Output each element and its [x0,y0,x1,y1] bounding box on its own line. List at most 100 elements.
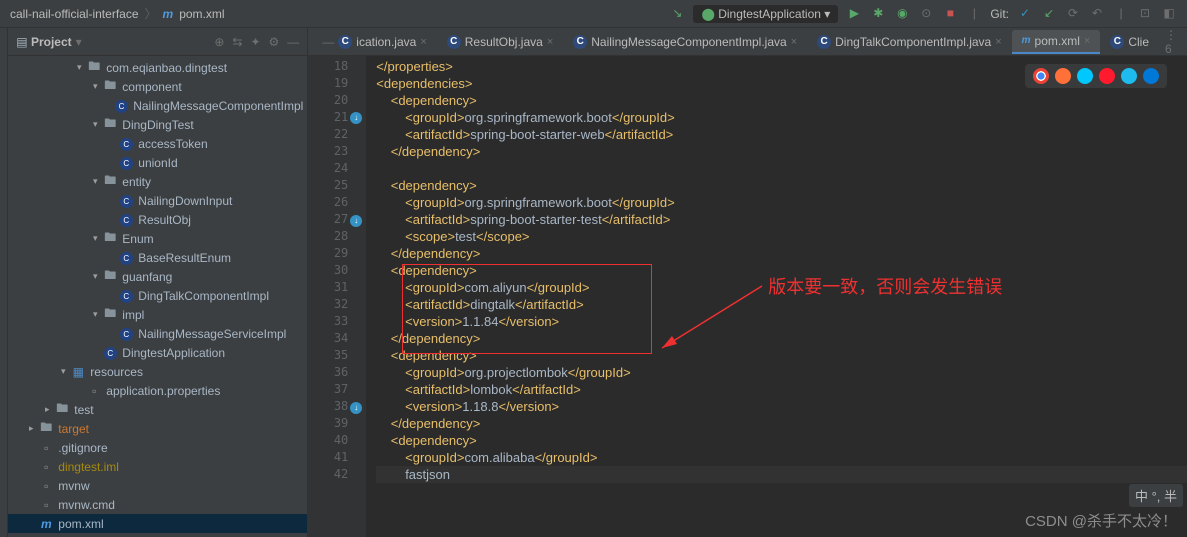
tree-arrow-icon[interactable]: ▾ [88,119,102,130]
line-number[interactable]: 41 [308,449,348,466]
tree-row[interactable]: ▾🖿guanfang [8,267,307,286]
breadcrumb[interactable]: call-nail-official-interface 〉 m pom.xml [0,5,235,22]
code-line[interactable]: <dependency> [376,347,1187,364]
tree-arrow-icon[interactable]: ▾ [88,233,102,244]
code-editor[interactable]: </properties><dependencies> <dependency>… [366,56,1187,537]
code-line[interactable]: <groupId>com.alibaba</groupId> [376,449,1187,466]
code-line[interactable]: </dependency> [376,245,1187,262]
breadcrumb-seg1[interactable]: call-nail-official-interface [10,7,139,21]
line-number[interactable]: 27 [308,211,348,228]
code-line[interactable]: </dependency> [376,330,1187,347]
tree-row[interactable]: ▾🖿entity [8,172,307,191]
breadcrumb-seg2[interactable]: pom.xml [179,7,224,21]
code-line[interactable]: <dependency> [376,432,1187,449]
gutter-mark-icon[interactable]: ↓ [350,112,362,124]
tree-row[interactable]: CDingTalkComponentImpl [8,286,307,305]
line-number[interactable]: 18 [308,58,348,75]
editor-tab[interactable]: CDingTalkComponentImpl.java× [807,30,1012,54]
tree-arrow-icon[interactable]: ▾ [72,62,86,73]
editor-tab[interactable]: — Cication.java× [312,30,436,54]
tree-arrow-icon[interactable]: ▾ [88,176,102,187]
tree-row[interactable]: ▾▦resources [8,362,307,381]
tree-arrow-icon[interactable]: ▾ [88,81,102,92]
safari-icon[interactable] [1077,68,1093,84]
line-number[interactable]: 37 [308,381,348,398]
coverage-icon[interactable]: ◉ [894,6,910,22]
tree-row[interactable]: ▾🖿com.eqianbao.dingtest [8,58,307,77]
editor-tabs[interactable]: — Cication.java×CResultObj.java×CNailing… [308,28,1187,56]
git-history-icon[interactable]: ⟳ [1065,6,1081,22]
line-number[interactable]: 38 [308,398,348,415]
line-number[interactable]: 25 [308,177,348,194]
line-number[interactable]: 31 [308,279,348,296]
tree-row[interactable]: CResultObj [8,210,307,229]
tree-row[interactable]: mpom.xml [8,514,307,533]
select-target-icon[interactable]: ⊕ [214,35,224,49]
chrome-icon[interactable] [1033,68,1049,84]
firefox-icon[interactable] [1055,68,1071,84]
line-number[interactable]: 22 [308,126,348,143]
run-icon[interactable]: ▶ [846,6,862,22]
line-number[interactable]: 20 [308,92,348,109]
git-commit-icon[interactable]: ↙ [1041,6,1057,22]
tree-row[interactable]: CBaseResultEnum [8,248,307,267]
tree-row[interactable]: CNailingDownInput [8,191,307,210]
profile-icon[interactable]: ⊙ [918,6,934,22]
run-config-selector[interactable]: ⬤ DingtestApplication ▾ [693,5,838,23]
tree-row[interactable]: ▸🖿target [8,419,307,438]
git-update-icon[interactable]: ✓ [1017,6,1033,22]
code-line[interactable]: <groupId>org.springframework.boot</group… [376,194,1187,211]
code-line[interactable]: <artifactId>dingtalk</artifactId> [376,296,1187,313]
project-tree[interactable]: ▾🖿com.eqianbao.dingtest▾🖿componentCNaili… [8,56,307,537]
tree-row[interactable]: ▸⊪External Libraries [8,533,307,537]
tree-row[interactable]: ▾🖿Enum [8,229,307,248]
tree-arrow-icon[interactable]: ▸ [24,423,38,434]
tree-arrow-icon[interactable]: ▾ [88,271,102,282]
debug-icon[interactable]: ✱ [870,6,886,22]
tabs-overflow[interactable]: ⋮ 6 [1159,28,1183,56]
code-line[interactable]: <dependency> [376,262,1187,279]
code-line[interactable]: <artifactId>spring-boot-starter-web</art… [376,126,1187,143]
tree-arrow-icon[interactable]: ▾ [88,309,102,320]
search-icon[interactable]: ⊡ [1137,6,1153,22]
close-icon[interactable]: × [791,36,797,48]
line-number[interactable]: 29 [308,245,348,262]
code-line[interactable]: <groupId>org.springframework.boot</group… [376,109,1187,126]
tree-row[interactable]: ▫mvnw.cmd [8,495,307,514]
editor-tab[interactable]: CClie [1100,30,1159,54]
code-line[interactable]: <version>1.18.8</version> [376,398,1187,415]
line-number[interactable]: 33 [308,313,348,330]
code-line[interactable]: <dependency> [376,92,1187,109]
code-line[interactable]: </dependency> [376,415,1187,432]
close-icon[interactable]: × [420,36,426,48]
editor-tab[interactable]: mpom.xml× [1012,30,1101,54]
tree-row[interactable]: ▫.gitignore [8,438,307,457]
tree-row[interactable]: ▾🖿impl [8,305,307,324]
line-number[interactable]: 34 [308,330,348,347]
tree-row[interactable]: ▫mvnw [8,476,307,495]
tree-row[interactable]: CaccessToken [8,134,307,153]
tree-row[interactable]: CNailingMessageServiceImpl [8,324,307,343]
code-line[interactable]: <artifactId>lombok</artifactId> [376,381,1187,398]
editor-tab[interactable]: CResultObj.java× [437,30,563,54]
code-line[interactable]: <version>1.1.84</version> [376,313,1187,330]
close-icon[interactable]: × [547,36,553,48]
line-number[interactable]: 30 [308,262,348,279]
line-number[interactable]: 35 [308,347,348,364]
collapse-icon[interactable]: ✦ [250,35,260,49]
git-revert-icon[interactable]: ↶ [1089,6,1105,22]
code-line[interactable]: <scope>test</scope> [376,228,1187,245]
tree-arrow-icon[interactable]: ▾ [56,366,70,377]
tree-row[interactable]: CDingtestApplication [8,343,307,362]
code-line[interactable]: </dependency> [376,143,1187,160]
hide-icon[interactable]: — [287,35,299,49]
tree-row[interactable]: ▫application.properties [8,381,307,400]
line-number[interactable]: 19 [308,75,348,92]
code-line[interactable]: <groupId>org.projectlombok</groupId> [376,364,1187,381]
line-number[interactable]: 26 [308,194,348,211]
hammer-icon[interactable]: ↘ [669,6,685,22]
gutter[interactable]: ↓ ↓ ↓ 1819202122232425262728293031323334… [308,56,366,537]
left-tool-stripe[interactable] [0,28,8,537]
line-number[interactable]: 23 [308,143,348,160]
structure-icon[interactable]: ◧ [1161,6,1177,22]
